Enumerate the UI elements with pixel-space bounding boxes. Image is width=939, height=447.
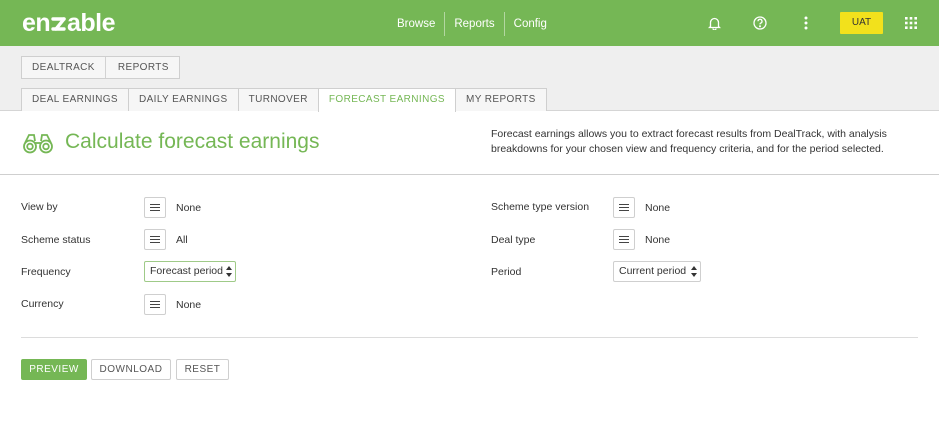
deal-type-label: Deal type <box>491 234 536 246</box>
tab-turnover[interactable]: TURNOVER <box>237 88 319 111</box>
select-arrows-icon <box>691 266 697 277</box>
breadcrumb: DEALTRACK REPORTS <box>21 56 180 79</box>
tab-deal-earnings[interactable]: DEAL EARNINGS <box>21 88 129 111</box>
list-icon <box>150 303 160 306</box>
reset-button[interactable]: RESET <box>176 359 229 380</box>
select-arrows-icon <box>226 266 232 277</box>
env-badge[interactable]: UAT <box>840 12 883 34</box>
period-label: Period <box>491 266 522 278</box>
list-icon <box>619 206 629 209</box>
tab-daily-earnings[interactable]: DAILY EARNINGS <box>127 88 239 111</box>
more-vertical-icon[interactable] <box>797 14 815 32</box>
currency-label: Currency <box>21 298 64 310</box>
scheme-type-version-label: Scheme type version <box>491 201 590 213</box>
download-button[interactable]: DOWNLOAD <box>91 359 171 380</box>
page-description: Forecast earnings allows you to extract … <box>491 128 887 155</box>
deal-type-picker-button[interactable] <box>613 229 635 250</box>
period-select-value: Current period <box>619 265 687 277</box>
view-by-label: View by <box>21 201 58 213</box>
nav-reports[interactable]: Reports <box>445 12 503 36</box>
list-icon <box>619 238 629 241</box>
svg-text:en: en <box>22 9 50 37</box>
help-icon[interactable] <box>751 14 769 32</box>
page-header: Calculate forecast earnings Forecast ear… <box>0 111 939 175</box>
tab-my-reports[interactable]: MY REPORTS <box>454 88 547 111</box>
frequency-select-value: Forecast period <box>150 265 223 277</box>
view-by-picker-button[interactable] <box>144 197 166 218</box>
list-icon <box>150 206 160 209</box>
period-select[interactable]: Current period <box>613 261 701 282</box>
currency-value: None <box>176 299 202 311</box>
view-by-value: None <box>176 202 202 214</box>
main-nav: Browse Reports Config <box>388 12 556 36</box>
apps-grid-icon[interactable] <box>902 14 920 32</box>
binoculars-icon <box>22 132 54 154</box>
preview-button[interactable]: PREVIEW <box>21 359 87 380</box>
scheme-type-version-picker-button[interactable] <box>613 197 635 218</box>
enable-logo[interactable]: en able <box>22 7 130 39</box>
frequency-label: Frequency <box>21 266 71 278</box>
frequency-select[interactable]: Forecast period <box>144 261 236 282</box>
scheme-status-label: Scheme status <box>21 234 91 246</box>
top-bar: en able Browse Reports Config UAT <box>0 0 939 46</box>
report-tabs: DEAL EARNINGS DAILY EARNINGS TURNOVER FO… <box>21 88 547 112</box>
page-title: Calculate forecast earnings <box>65 130 320 153</box>
nav-browse[interactable]: Browse <box>388 12 444 36</box>
form-divider <box>21 337 918 338</box>
nav-config[interactable]: Config <box>505 12 556 36</box>
tab-forecast-earnings[interactable]: FORECAST EARNINGS <box>317 88 456 112</box>
bell-icon[interactable] <box>705 14 723 32</box>
svg-text:able: able <box>67 9 116 37</box>
scheme-status-picker-button[interactable] <box>144 229 166 250</box>
sub-header: DEALTRACK REPORTS DEAL EARNINGS DAILY EA… <box>0 46 939 112</box>
breadcrumb-reports[interactable]: REPORTS <box>104 57 179 78</box>
scheme-status-value: All <box>176 234 188 246</box>
deal-type-value: None <box>645 234 671 246</box>
currency-picker-button[interactable] <box>144 294 166 315</box>
list-icon <box>150 238 160 241</box>
scheme-type-version-value: None <box>645 202 671 214</box>
breadcrumb-dealtrack[interactable]: DEALTRACK <box>22 57 105 78</box>
